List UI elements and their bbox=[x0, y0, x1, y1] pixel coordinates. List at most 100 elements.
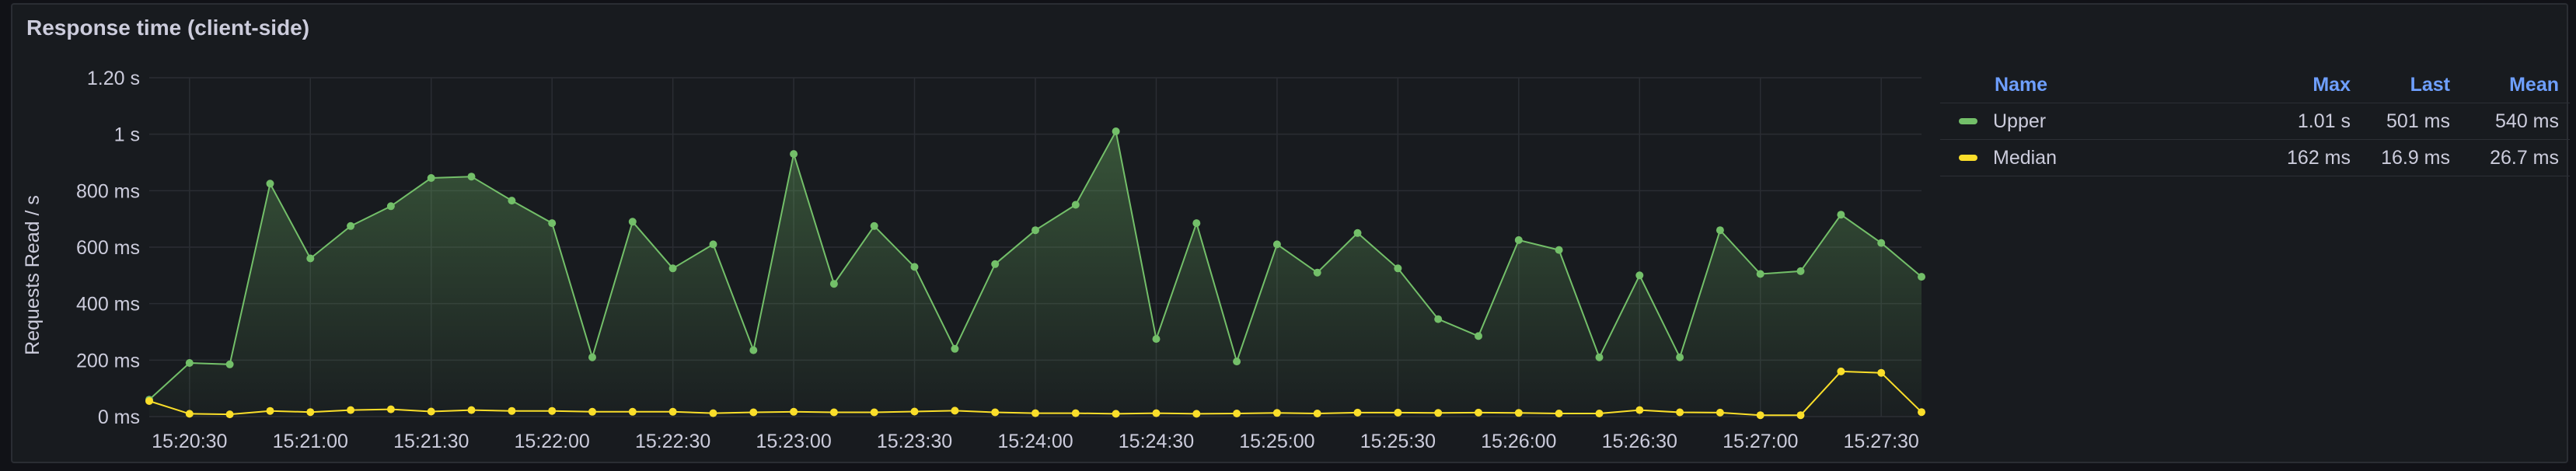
median-data-point bbox=[1756, 411, 1764, 420]
upper-data-point bbox=[1796, 267, 1805, 275]
upper-data-point bbox=[628, 218, 637, 226]
median-data-point bbox=[790, 407, 798, 416]
x-tick-label: 15:26:00 bbox=[1481, 431, 1556, 452]
x-tick-label: 15:21:30 bbox=[393, 431, 469, 452]
legend-name: Upper bbox=[1993, 110, 2047, 132]
median-data-point bbox=[427, 407, 435, 416]
median-data-point bbox=[1676, 408, 1684, 417]
upper-data-point bbox=[1475, 332, 1482, 340]
median-data-point bbox=[628, 407, 637, 416]
upper-data-point bbox=[1716, 226, 1724, 235]
upper-data-point bbox=[1353, 229, 1362, 237]
legend-header-mean[interactable]: Mean bbox=[2450, 74, 2570, 96]
median-data-point bbox=[1353, 408, 1362, 417]
upper-data-point bbox=[709, 240, 717, 249]
legend-header-max[interactable]: Max bbox=[2251, 74, 2351, 96]
median-data-point bbox=[145, 397, 153, 405]
x-tick-label: 15:23:00 bbox=[756, 431, 831, 452]
upper-data-point bbox=[548, 219, 557, 228]
legend-max: 162 ms bbox=[2287, 146, 2351, 169]
x-tick-label: 15:24:00 bbox=[997, 431, 1073, 452]
x-tick-label: 15:27:00 bbox=[1723, 431, 1798, 452]
x-tick-label: 15:23:30 bbox=[877, 431, 952, 452]
median-data-point bbox=[668, 407, 677, 416]
upper-data-point bbox=[1313, 268, 1321, 277]
y-axis: 0 ms 200 ms 400 ms 600 ms 800 ms 1 s 1.20 s bbox=[76, 68, 140, 428]
upper-data-point bbox=[1434, 315, 1443, 323]
median-data-point bbox=[225, 410, 234, 419]
upper-data-point bbox=[668, 264, 677, 273]
y-axis-label: Requests Read / s bbox=[22, 195, 44, 355]
median-data-point bbox=[508, 406, 516, 415]
upper-data-point bbox=[1272, 240, 1281, 249]
upper-data-point bbox=[1555, 246, 1563, 254]
upper-data-point bbox=[306, 254, 315, 263]
x-tick-label: 15:22:00 bbox=[515, 431, 590, 452]
median-data-point bbox=[347, 406, 355, 414]
x-tick-label: 15:25:30 bbox=[1360, 431, 1436, 452]
upper-data-point bbox=[185, 359, 194, 367]
upper-data-point bbox=[467, 173, 476, 181]
legend-header: Name Max Last Mean bbox=[1940, 67, 2570, 103]
upper-data-point bbox=[870, 222, 878, 230]
upper-data-point bbox=[910, 263, 919, 271]
median-data-point bbox=[1434, 409, 1443, 417]
response-time-chart: 0 ms 200 ms 400 ms 600 ms 800 ms 1 s 1.20 s 15… bbox=[22, 68, 1925, 452]
median-data-point bbox=[1475, 408, 1482, 417]
upper-data-point bbox=[508, 197, 516, 205]
median-data-point bbox=[1514, 409, 1523, 417]
x-tick-label: 15:24:30 bbox=[1119, 431, 1194, 452]
median-data-point bbox=[910, 407, 919, 416]
legend-row-upper[interactable]: Upper 1.01 s 501 ms 540 ms bbox=[1940, 103, 2570, 140]
x-tick-label: 15:27:30 bbox=[1844, 431, 1919, 452]
upper-data-point bbox=[427, 174, 435, 182]
median-data-point bbox=[709, 409, 717, 417]
median-data-point bbox=[870, 408, 878, 417]
median-data-point bbox=[1918, 408, 1925, 417]
median-data-point bbox=[266, 406, 274, 415]
median-data-point bbox=[1272, 409, 1281, 417]
x-tick-label: 15:20:30 bbox=[152, 431, 227, 452]
legend-last: 501 ms bbox=[2386, 110, 2450, 132]
response-time-panel: Response time (client-side) 0 ms 200 ms 40… bbox=[11, 3, 2570, 463]
median-data-point bbox=[951, 406, 959, 415]
median-data-point bbox=[1152, 409, 1161, 417]
x-tick-label: 15:22:30 bbox=[635, 431, 710, 452]
upper-data-point bbox=[386, 202, 395, 211]
legend-header-name[interactable]: Name bbox=[1940, 74, 2251, 96]
y-tick-label: 600 ms bbox=[76, 237, 140, 259]
legend-row-median[interactable]: Median 162 ms 16.9 ms 26.7 ms bbox=[1940, 140, 2570, 176]
upper-data-point bbox=[790, 150, 798, 159]
upper-data-point bbox=[829, 280, 838, 288]
upper-data-point bbox=[1756, 270, 1764, 278]
median-data-point bbox=[1595, 410, 1604, 417]
legend-header-last[interactable]: Last bbox=[2351, 74, 2450, 96]
upper-data-point bbox=[991, 260, 1000, 268]
upper-data-point bbox=[1031, 226, 1039, 235]
median-data-point bbox=[1192, 410, 1201, 418]
upper-data-point bbox=[1152, 335, 1161, 344]
upper-data-point bbox=[1071, 201, 1080, 209]
median-data-point bbox=[1635, 406, 1644, 414]
x-axis: 15:20:30 15:21:00 15:21:30 15:22:00 15:22:30… bbox=[152, 431, 1919, 452]
upper-data-point bbox=[347, 222, 355, 230]
legend-last: 16.9 ms bbox=[2381, 146, 2450, 169]
median-data-point bbox=[1716, 408, 1724, 417]
upper-data-point bbox=[266, 180, 274, 188]
median-data-point bbox=[185, 410, 194, 418]
median-data-point bbox=[1233, 410, 1241, 417]
y-tick-label: 1 s bbox=[114, 124, 140, 146]
median-data-point bbox=[1031, 409, 1039, 417]
median-data-point bbox=[1071, 409, 1080, 417]
median-data-point bbox=[306, 408, 315, 417]
upper-data-point bbox=[1394, 264, 1402, 273]
median-data-point bbox=[467, 406, 476, 414]
upper-data-point bbox=[1676, 353, 1684, 361]
median-data-point bbox=[1313, 410, 1321, 417]
y-tick-label: 800 ms bbox=[76, 180, 140, 202]
upper-data-point bbox=[1514, 236, 1523, 244]
upper-data-point bbox=[749, 346, 758, 354]
legend-max: 1.01 s bbox=[2297, 110, 2351, 132]
legend-table: Name Max Last Mean Upper 1.01 s 501 ms 5… bbox=[1940, 67, 2570, 176]
x-tick-label: 15:26:30 bbox=[1602, 431, 1677, 452]
